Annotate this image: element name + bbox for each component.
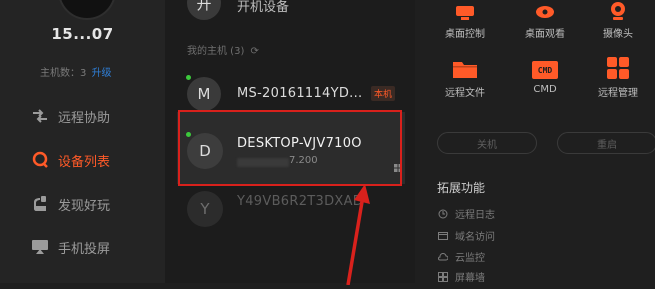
annotation-arrow (330, 180, 380, 289)
ext-item-remote-log[interactable]: 远程日志 (437, 206, 495, 221)
tool-label: CMD (533, 84, 557, 95)
remote-file-button[interactable]: 远程文件 (430, 49, 500, 99)
host-count-label: 主机数：3 (40, 68, 87, 79)
cmd-icon: CMD (510, 49, 580, 79)
camera-button[interactable]: 摄像头 (583, 0, 653, 40)
ext-item-cloud-monitor[interactable]: 云监控 (437, 249, 485, 264)
online-status-dot (186, 75, 191, 80)
grid-manage-icon (583, 49, 653, 79)
sidebar-item-device-list[interactable]: 设备列表 (30, 149, 110, 171)
host-count: 主机数：3 升级 (40, 64, 112, 79)
phone-cast-icon (30, 238, 50, 256)
desktop-view-button[interactable]: 桌面观看 (510, 0, 580, 40)
sidebar-item-label: 远程协助 (58, 110, 111, 126)
device-avatar: 开 (187, 0, 221, 20)
cmd-button[interactable]: CMD CMD (510, 49, 580, 95)
desktop-control-button[interactable]: 桌面控制 (430, 0, 500, 40)
right-panel: 桌面控制 桌面观看 摄像头 远程文件 CMD CMD 远程管理 关机 重启 拓展… (415, 0, 655, 284)
tool-label: 桌面观看 (525, 29, 565, 40)
sidebar-item-label: 设备列表 (58, 154, 111, 170)
extensions-title: 拓展功能 (437, 181, 486, 195)
ext-item-screen-wall[interactable]: 屏幕墙 (437, 269, 485, 284)
tool-label: 桌面控制 (445, 29, 485, 40)
device-list-icon (30, 151, 50, 169)
folder-icon (430, 49, 500, 79)
cloud-monitor-icon (437, 251, 448, 262)
ext-item-label: 云监控 (455, 253, 485, 264)
avatar[interactable] (58, 0, 116, 20)
group-title-label: 我的主机 (3) (187, 46, 245, 57)
device-avatar: Y (187, 191, 223, 227)
sidebar-item-label: 手机投屏 (58, 241, 111, 257)
screen-wall-icon (437, 271, 448, 282)
local-device-badge: 本机 (371, 86, 396, 101)
refresh-icon[interactable]: ⟳ (251, 46, 259, 57)
highlight-box (178, 110, 402, 186)
sidebar-item-discover[interactable]: 发现好玩 (30, 193, 110, 215)
remote-assist-icon (30, 107, 50, 125)
sidebar-item-label: 发现好玩 (58, 198, 111, 214)
device-avatar: M (187, 77, 221, 111)
group-title[interactable]: 我的主机 (3) ⟳ (187, 42, 259, 57)
tool-label: 远程管理 (598, 88, 638, 99)
shutdown-button[interactable]: 关机 (437, 132, 537, 154)
discover-icon (30, 195, 50, 213)
ext-item-label: 屏幕墙 (455, 273, 485, 284)
desktop-control-icon (430, 0, 500, 20)
upgrade-link[interactable]: 升级 (92, 68, 112, 79)
boot-device-label: 开机设备 (237, 0, 290, 15)
sidebar-item-phone-cast[interactable]: 手机投屏 (30, 236, 110, 258)
desktop-view-icon (510, 0, 580, 20)
domain-icon (437, 230, 448, 241)
ext-item-label: 域名访问 (455, 232, 495, 243)
camera-icon (583, 0, 653, 20)
remote-manage-button[interactable]: 远程管理 (583, 49, 653, 99)
tool-label: 远程文件 (445, 88, 485, 99)
device-name: MS-20161114YD... (237, 86, 363, 101)
user-id: 15...07 (51, 25, 114, 43)
ext-item-domain-access[interactable]: 域名访问 (437, 228, 495, 243)
sidebar-item-remote-assist[interactable]: 远程协助 (30, 105, 110, 127)
sidebar: 15...07 主机数：3 升级 远程协助 设备列表 发现好玩 手机投屏 (0, 0, 165, 283)
tool-label: 摄像头 (603, 29, 633, 40)
log-icon (437, 208, 448, 219)
ext-item-label: 远程日志 (455, 210, 495, 221)
restart-button[interactable]: 重启 (557, 132, 655, 154)
